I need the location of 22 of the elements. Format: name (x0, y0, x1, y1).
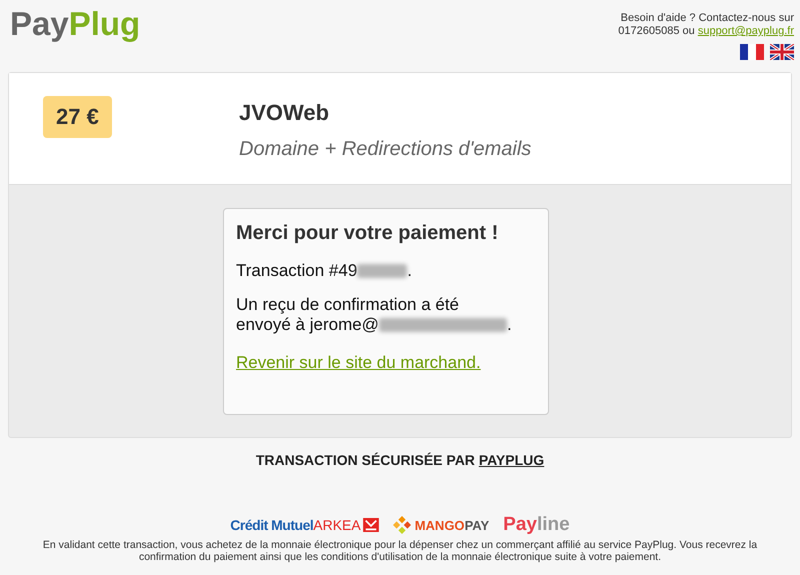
mangopay-logo: MANGOPAY (392, 516, 490, 534)
return-link[interactable]: Revenir sur le site du marchand. (236, 353, 481, 373)
period-text: . (506, 315, 512, 335)
support-email-link[interactable]: support@payplug.fr (698, 25, 794, 37)
payline-logo: Payline (503, 514, 570, 536)
payplug-link[interactable]: PAYPLUG (478, 452, 544, 468)
recipient-text: envoyé à jerome@ (236, 315, 379, 335)
help-text: Besoin d'aide ? Contactez-nous sur 0172605085 ou support@payplug.fr (617, 12, 794, 38)
french-flag-icon[interactable] (740, 44, 764, 60)
price-badge: 27 € (43, 96, 112, 138)
secured-text: TRANSACTION SÉCURISÉE PAR (256, 452, 475, 468)
period-text: . (407, 261, 412, 281)
order-description: Domaine + Redirections d'emails (239, 138, 532, 161)
transaction-text: Transaction #49 (236, 261, 358, 281)
disclaimer-text: En validant cette transaction, vous achetez de la monnaie électronique pour la dépenser chez un commerçant affilié au service PayPlug. Vous recevrez la confirmation du paiement ainsi que les conditions d'utilisation de la monnaie électronique suite à votre paiement. (42, 539, 758, 563)
redacted-mark (357, 264, 408, 278)
merchant-name: JVOWeb (239, 100, 330, 126)
credit-mutuel-arkea-logo: Crédit MutuelARKEA (230, 517, 379, 533)
receipt-text: Un reçu de confirmation a été (236, 295, 460, 315)
payplug-logo: PayPlug (10, 6, 140, 42)
confirmation-title: Merci pour votre paiement ! (236, 222, 500, 245)
british-flag-icon[interactable] (770, 44, 794, 60)
